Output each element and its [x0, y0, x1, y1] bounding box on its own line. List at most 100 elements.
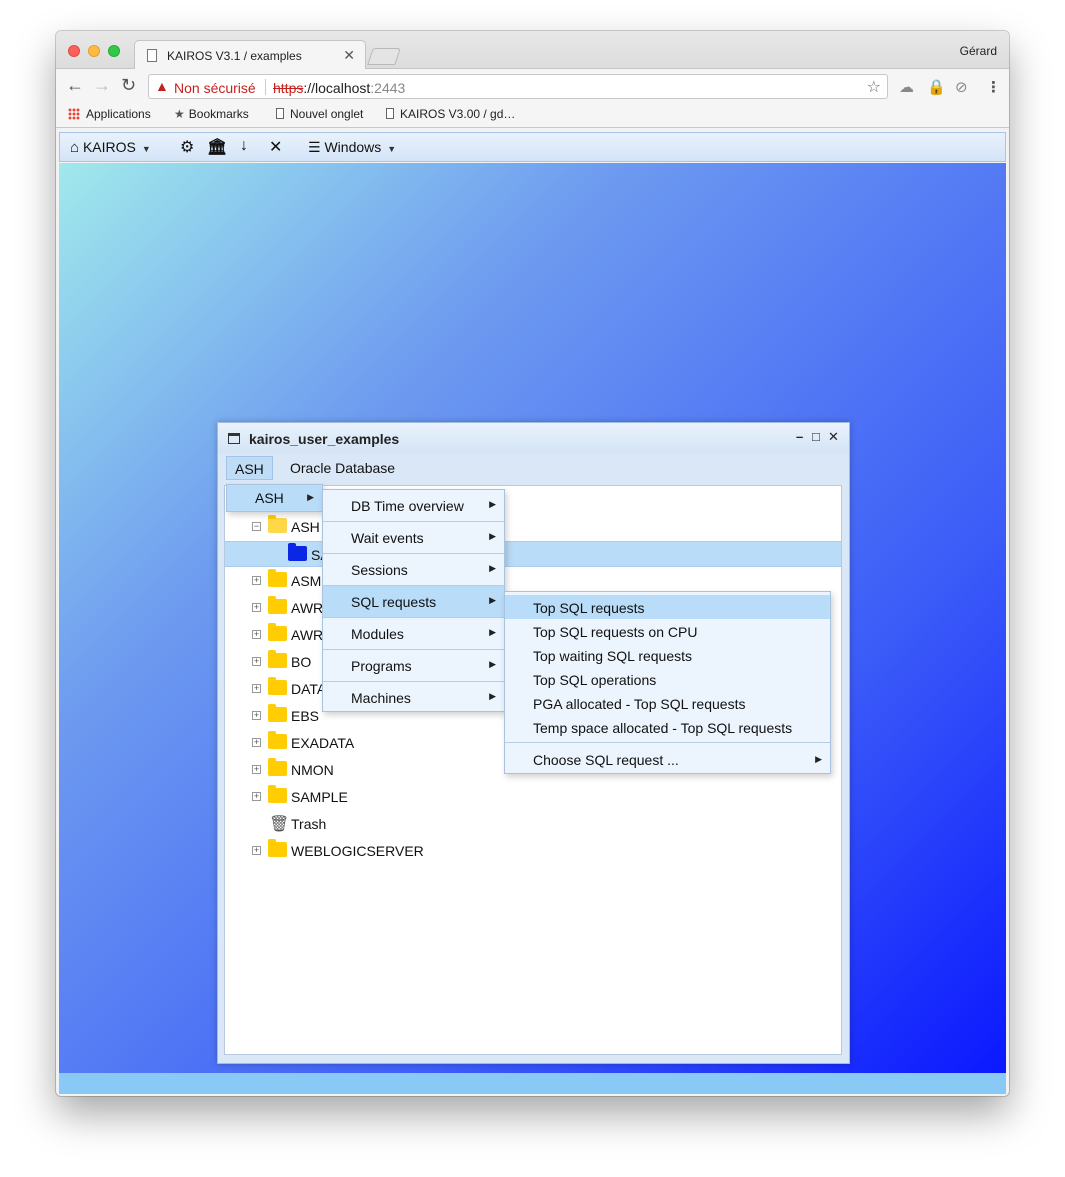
- minimize-icon[interactable]: –: [796, 429, 803, 444]
- tree-item-ash[interactable]: − ASH: [225, 514, 841, 540]
- tree-item-sample[interactable]: + SAMPLE: [225, 784, 841, 810]
- bookmark-label: Bookmarks: [188, 107, 249, 121]
- tree-item-weblogicserver[interactable]: + WEBLOGICSERVER: [225, 838, 841, 864]
- reload-icon[interactable]: ↻: [121, 75, 136, 96]
- expand-toggle-icon[interactable]: +: [252, 738, 261, 747]
- star-icon: ★: [174, 107, 185, 121]
- menu-item-wait-events[interactable]: Wait events ▶: [323, 522, 504, 554]
- url-text[interactable]: https://localhost:2443: [273, 80, 405, 96]
- expand-toggle-icon[interactable]: +: [252, 657, 261, 666]
- ash-dropdown-menu: ASH ▶: [226, 484, 323, 512]
- warning-icon: ▲: [155, 78, 169, 94]
- bookmark-label: KAIROS V3.00 / gd…: [400, 107, 516, 121]
- folder-icon: [268, 704, 287, 722]
- windows-menu-button[interactable]: ☰ Windows ▼: [308, 139, 396, 156]
- folder-icon: [268, 677, 287, 695]
- expand-toggle-icon[interactable]: +: [252, 630, 261, 639]
- menu-ash[interactable]: ASH: [226, 456, 273, 480]
- folder-icon: [268, 785, 287, 803]
- menu-item-sessions[interactable]: Sessions ▶: [323, 554, 504, 586]
- expand-toggle-icon[interactable]: +: [252, 792, 261, 801]
- folder-icon: [268, 596, 287, 614]
- download-arrow-icon[interactable]: ↓: [240, 137, 248, 155]
- menu-item-pga-allocated[interactable]: PGA allocated - Top SQL requests: [505, 691, 830, 715]
- bookmark-applications[interactable]: Applications: [68, 107, 151, 121]
- browser-user[interactable]: Gérard: [960, 44, 997, 58]
- expand-toggle-icon[interactable]: +: [252, 711, 261, 720]
- expand-toggle-icon[interactable]: +: [252, 684, 261, 693]
- submenu-arrow-icon: ▶: [489, 627, 496, 637]
- menu-item-label: Top waiting SQL requests: [533, 648, 693, 664]
- menu-item-top-sql-operations[interactable]: Top SQL operations: [505, 667, 830, 691]
- menu-oracle-database[interactable]: Oracle Database: [282, 456, 403, 480]
- close-icon[interactable]: ✕: [828, 429, 839, 445]
- address-separator: [265, 79, 266, 95]
- bookmarks-bar: Applications ★ Bookmarks Nouvel onglet KA…: [56, 102, 1009, 128]
- navigation-bar: ← → ↻ ▲ Non sécurisé https://localhost:2…: [56, 69, 1009, 102]
- browser-menu-icon[interactable]: ⋮: [986, 78, 1001, 96]
- expand-toggle-icon[interactable]: +: [252, 765, 261, 774]
- expand-toggle-icon[interactable]: +: [252, 846, 261, 855]
- submenu-arrow-icon: ▶: [489, 659, 496, 669]
- forward-arrow-icon[interactable]: →: [93, 75, 111, 96]
- menu-item-programs[interactable]: Programs ▶: [323, 650, 504, 682]
- list-icon: ☰: [308, 139, 321, 155]
- browser-tab[interactable]: KAIROS V3.1 / examples ✕: [134, 40, 366, 70]
- security-label[interactable]: Non sécurisé: [174, 80, 256, 96]
- app-name: KAIROS: [82, 139, 136, 155]
- tree-item-sa[interactable]: SA: [225, 541, 841, 567]
- bookmark-star-icon[interactable]: ☆: [867, 77, 881, 97]
- folder-icon: [268, 731, 287, 749]
- window-titlebar[interactable]: kairos_user_examples – □ ✕: [218, 423, 849, 453]
- new-tab-button[interactable]: [367, 48, 401, 65]
- menu-item-label: Top SQL requests on CPU: [533, 624, 698, 640]
- submenu-arrow-icon: ▶: [489, 691, 496, 701]
- sql-requests-submenu: Top SQL requests Top SQL requests on CPU…: [504, 591, 831, 774]
- tree-item-label: DATA: [291, 681, 327, 697]
- menu-item-temp-space-allocated[interactable]: Temp space allocated - Top SQL requests: [505, 715, 830, 739]
- tree-item-trash[interactable]: 🗑 Trash: [225, 811, 841, 837]
- expand-toggle-icon[interactable]: +: [252, 576, 261, 585]
- menu-item-label: Machines: [351, 690, 411, 706]
- menu-item-choose-sql-request[interactable]: Choose SQL request ... ▶: [505, 747, 830, 771]
- bookmark-bookmarks[interactable]: ★ Bookmarks: [174, 107, 249, 121]
- expand-toggle-icon[interactable]: +: [252, 603, 261, 612]
- menu-item-db-time-overview[interactable]: DB Time overview ▶: [323, 490, 504, 522]
- tab-close-icon[interactable]: ✕: [343, 47, 355, 64]
- menu-item-machines[interactable]: Machines ▶: [323, 682, 504, 714]
- window-menubar: ASH Oracle Database: [224, 456, 844, 480]
- compass-extension-icon[interactable]: ⊘: [955, 78, 968, 96]
- submenu-arrow-icon: ▶: [489, 595, 496, 605]
- back-arrow-icon[interactable]: ←: [66, 75, 84, 96]
- menu-item-label: Sessions: [351, 562, 408, 578]
- close-x-icon[interactable]: ✕: [269, 137, 282, 157]
- submenu-arrow-icon: ▶: [489, 563, 496, 573]
- tab-title: KAIROS V3.1 / examples: [167, 49, 302, 63]
- drive-extension-icon[interactable]: ☁: [899, 78, 914, 96]
- maximize-window-button[interactable]: [108, 45, 120, 57]
- bookmark-kairos[interactable]: KAIROS V3.00 / gd…: [386, 107, 515, 121]
- menu-item-ash[interactable]: ASH ▶: [227, 485, 322, 511]
- menu-item-top-sql-requests-cpu[interactable]: Top SQL requests on CPU: [505, 619, 830, 643]
- folder-icon: [268, 569, 287, 587]
- bank-icon[interactable]: 🏛: [207, 137, 227, 157]
- maximize-icon[interactable]: □: [812, 429, 820, 444]
- status-bar: [59, 1073, 1006, 1094]
- minimize-window-button[interactable]: [88, 45, 100, 57]
- tree-item-label: AWR: [291, 627, 324, 643]
- close-window-button[interactable]: [68, 45, 80, 57]
- menu-item-sql-requests[interactable]: SQL requests ▶: [323, 586, 504, 618]
- kairos-menu-button[interactable]: ⌂ KAIROS ▼: [70, 139, 151, 156]
- address-bar[interactable]: ▲ Non sécurisé https://localhost:2443 ☆: [148, 74, 888, 99]
- bookmark-new-tab[interactable]: Nouvel onglet: [276, 107, 363, 121]
- settings-gear-icon[interactable]: ⚙: [180, 137, 194, 157]
- collapse-toggle-icon[interactable]: −: [252, 522, 261, 531]
- menu-item-label: SQL requests: [351, 594, 437, 610]
- menu-item-top-sql-requests[interactable]: Top SQL requests: [505, 595, 830, 619]
- menu-item-top-waiting-sql-requests[interactable]: Top waiting SQL requests: [505, 643, 830, 667]
- lock-extension-icon[interactable]: 🔒: [927, 78, 946, 96]
- folder-open-icon: [268, 515, 287, 533]
- caret-down-icon: ▼: [387, 144, 397, 154]
- submenu-arrow-icon: ▶: [489, 531, 496, 541]
- menu-item-modules[interactable]: Modules ▶: [323, 618, 504, 650]
